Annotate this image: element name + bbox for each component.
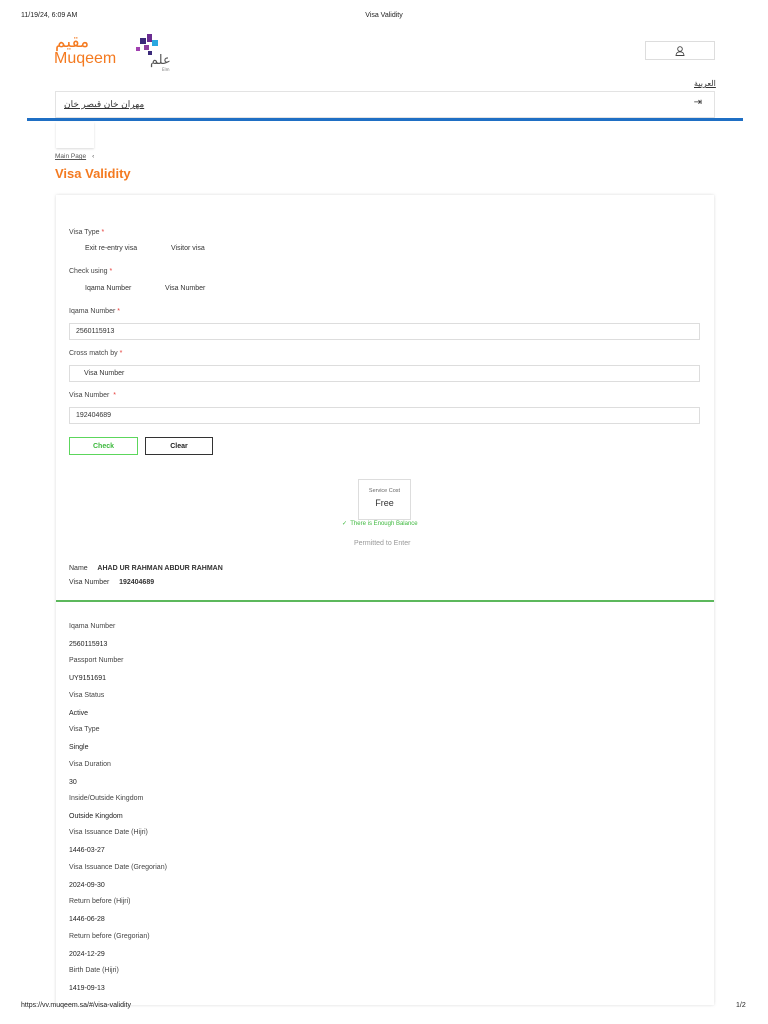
detail-label: Iqama Number: [69, 623, 116, 630]
visa-type-label: Visa Type *: [69, 229, 105, 236]
name-row: Name AHAD UR RAHMAN ABDUR RAHMAN: [69, 565, 223, 572]
muqeem-logo: Muqeem: [54, 50, 117, 67]
breadcrumb-home[interactable]: Main Page: [55, 153, 86, 160]
service-cost-value: Free: [375, 498, 394, 508]
radio-visa-number[interactable]: Visa Number: [165, 285, 205, 292]
header-divider: [27, 118, 743, 121]
visa-number-input[interactable]: 192404689: [69, 407, 700, 424]
user-icon: [675, 45, 685, 56]
cross-match-label: Cross match by *: [69, 350, 123, 357]
page-title: Visa Validity: [55, 166, 131, 181]
detail-value: 2560115913: [69, 641, 108, 648]
clear-button[interactable]: Clear: [145, 437, 213, 455]
detail-label: Passport Number: [69, 657, 124, 665]
check-button[interactable]: Check: [69, 437, 138, 455]
service-cost-box: Service Cost Free: [358, 479, 411, 520]
check-icon: ✓: [342, 521, 348, 527]
muqeem-logo-arabic: مقيم: [55, 32, 90, 51]
detail-label: Return before (Gregorian): [69, 932, 150, 940]
check-using-label: Check using *: [69, 268, 113, 275]
entry-status: Permitted to Enter: [354, 540, 411, 547]
detail-value: 1419-09-13: [69, 985, 105, 992]
detail-label: Visa Issuance Date (Hijri): [69, 829, 148, 837]
detail-label: Birth Date (Hijri): [69, 967, 119, 974]
visa-number-row: Visa Number 192404689: [69, 579, 155, 586]
user-menu-button[interactable]: [645, 41, 715, 60]
detail-label: Visa Type: [69, 726, 100, 734]
detail-value: UY9151691: [69, 675, 106, 683]
svg-text:علم: علم: [150, 53, 171, 68]
cross-match-select[interactable]: Visa Number: [69, 365, 700, 382]
detail-value: 30: [69, 778, 77, 786]
detail-value: 2024-09-30: [69, 881, 105, 889]
detail-label: Return before (Hijri): [69, 898, 131, 906]
breadcrumb-separator: ‹: [92, 153, 95, 160]
menu-box[interactable]: [56, 122, 94, 148]
detail-value: 1446-06-28: [69, 916, 105, 924]
iqama-number-input[interactable]: 2560115913: [69, 323, 700, 340]
detail-value: Single: [69, 744, 89, 752]
elm-logo: علم Elm: [132, 30, 176, 72]
breadcrumb: Main Page ‹: [55, 153, 94, 160]
detail-label: Inside/Outside Kingdom: [69, 795, 144, 802]
logout-icon[interactable]: ⇥: [694, 97, 702, 108]
detail-value: 2024-12-29: [69, 950, 105, 958]
detail-label: Visa Duration: [69, 760, 111, 768]
print-page-number: 1/2: [736, 1002, 746, 1009]
print-url: https://vv.muqeem.sa/#/visa-validity: [21, 1002, 131, 1009]
detail-label: Visa Issuance Date (Gregorian): [69, 863, 167, 871]
detail-value: Outside Kingdom: [69, 813, 123, 820]
radio-exit-reentry[interactable]: Exit re-entry visa: [85, 245, 137, 252]
user-name-link[interactable]: مهران خان قيصر خان: [64, 99, 144, 110]
result-divider: [56, 600, 714, 602]
iqama-label: Iqama Number *: [69, 308, 120, 315]
detail-label: Visa Status: [69, 691, 105, 699]
print-title: Visa Validity: [365, 12, 403, 19]
user-bar: مهران خان قيصر خان ⇥: [55, 91, 715, 118]
service-cost-label: Service Cost: [368, 488, 401, 494]
svg-text:Elm: Elm: [162, 67, 170, 72]
language-link[interactable]: العربية: [694, 79, 716, 88]
visa-number-label: Visa Number *: [69, 392, 116, 399]
radio-visitor-visa[interactable]: Visitor visa: [171, 245, 205, 252]
detail-value: Active: [69, 709, 89, 717]
balance-message: ✓ There is Enough Balance: [342, 521, 418, 527]
radio-iqama-number[interactable]: Iqama Number: [85, 285, 131, 292]
detail-value: 1446-03-27: [69, 847, 105, 855]
